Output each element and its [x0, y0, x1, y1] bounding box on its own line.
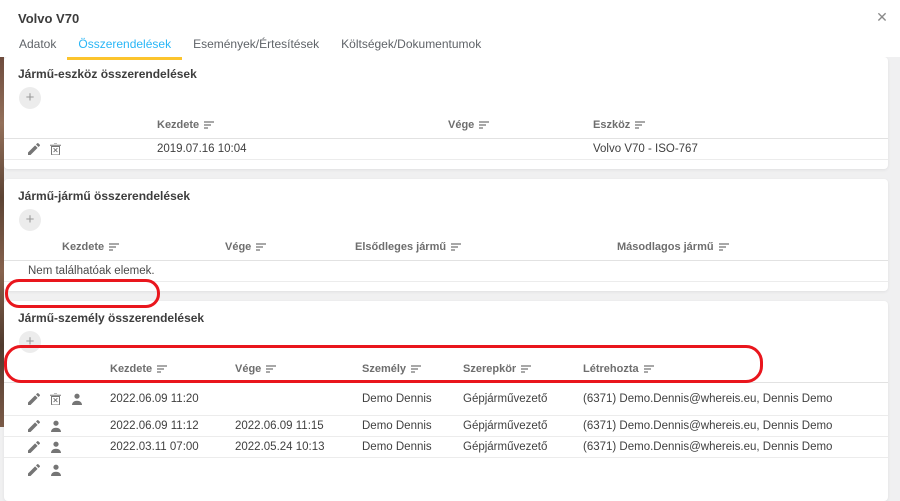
- column-header-kezdete[interactable]: Kezdete: [157, 112, 448, 139]
- table-row-highlighted: 2022.06.09 11:20 Demo Dennis Gépjárművez…: [4, 383, 888, 416]
- table-row: 2019.07.16 10:04 Volvo V70 - ISO-767: [4, 139, 888, 160]
- add-assignment-button[interactable]: +: [19, 331, 41, 353]
- cell-szemely: Demo Dennis: [362, 437, 463, 458]
- section-title: Jármű-jármű összerendelések: [4, 179, 888, 208]
- section-vehicle-device-assignments: Jármű-eszköz összerendelések + Kezdete V…: [4, 57, 888, 169]
- cell-vege: [448, 139, 593, 160]
- column-header-szerepkor[interactable]: Szerepkör: [463, 356, 583, 383]
- cell-vege: 2022.06.09 11:15: [235, 416, 362, 437]
- person-icon[interactable]: [50, 464, 62, 476]
- sort-icon[interactable]: [644, 364, 655, 376]
- cell-eszkoz: Volvo V70 - ISO-767: [593, 139, 888, 160]
- table-row: 2022.06.09 11:12 2022.06.09 11:15 Demo D…: [4, 416, 888, 437]
- column-header-letrehozta[interactable]: Létrehozta: [583, 356, 888, 383]
- column-header-vege[interactable]: Vége: [225, 234, 355, 261]
- vehicle-vehicle-table: Kezdete Vége Elsődleges jármű Másodlagos…: [4, 234, 888, 282]
- column-header-masodlagos-jarmu[interactable]: Másodlagos jármű: [617, 234, 888, 261]
- section-vehicle-vehicle-assignments: Jármű-jármű összerendelések + Kezdete Vé…: [4, 179, 888, 291]
- column-header-kezdete[interactable]: Kezdete: [62, 234, 225, 261]
- sort-icon[interactable]: [411, 364, 422, 376]
- add-assignment-button[interactable]: +: [19, 87, 41, 109]
- add-assignment-button[interactable]: +: [19, 209, 41, 231]
- dialog-header: Volvo V70 ✕ Adatok Összerendelések Esemé…: [0, 0, 900, 57]
- table-row: 2022.03.11 07:00 2022.05.24 10:13 Demo D…: [4, 437, 888, 458]
- tab-content: Jármű-eszköz összerendelések + Kezdete V…: [0, 57, 900, 501]
- cell-letrehozta: (6371) Demo.Dennis@whereis.eu, Dennis De…: [583, 383, 888, 416]
- sort-icon[interactable]: [204, 120, 215, 132]
- edit-icon[interactable]: [28, 464, 40, 476]
- edit-icon[interactable]: [28, 393, 40, 405]
- sort-icon[interactable]: [521, 364, 532, 376]
- cell-szerepkor: Gépjárművezető: [463, 416, 583, 437]
- cell-letrehozta: (6371) Demo.Dennis@whereis.eu, Dennis De…: [583, 437, 888, 458]
- tab-koltsegek-dokumentumok[interactable]: Költségek/Dokumentumok: [330, 32, 492, 60]
- sort-icon[interactable]: [479, 120, 490, 132]
- section-title: Jármű-személy összerendelések: [4, 301, 888, 330]
- column-header-szemely[interactable]: Személy: [362, 356, 463, 383]
- cell-kezdete: 2022.03.11 07:00: [110, 437, 235, 458]
- edit-icon[interactable]: [28, 143, 40, 155]
- person-icon[interactable]: [71, 393, 83, 405]
- vehicle-person-table: Kezdete Vége Személy Szerepkör Létrehozt…: [4, 356, 888, 480]
- edit-icon[interactable]: [28, 441, 40, 453]
- cell-letrehozta: (6371) Demo.Dennis@whereis.eu, Dennis De…: [583, 416, 888, 437]
- sort-icon[interactable]: [256, 242, 267, 254]
- column-header-eszkoz[interactable]: Eszköz: [593, 112, 888, 139]
- delete-icon[interactable]: [50, 143, 61, 155]
- cell-szemely: Demo Dennis: [362, 383, 463, 416]
- cell-kezdete: 2022.06.09 11:20: [110, 383, 235, 416]
- sort-icon[interactable]: [719, 242, 730, 254]
- cell-szemely: Demo Dennis: [362, 416, 463, 437]
- tab-adatok[interactable]: Adatok: [8, 32, 67, 60]
- table-row-partially-visible: [4, 458, 888, 481]
- cell-szerepkor: Gépjárművezető: [463, 437, 583, 458]
- sort-icon[interactable]: [635, 120, 646, 132]
- assignment-dialog: { "window": { "title": "Volvo V70", "clo…: [0, 0, 900, 427]
- tab-bar: Adatok Összerendelések Események/Értesít…: [8, 32, 900, 60]
- sort-icon[interactable]: [157, 364, 168, 376]
- tab-esemenyek-ertesitesek[interactable]: Események/Értesítések: [182, 32, 330, 60]
- person-icon[interactable]: [50, 420, 62, 432]
- person-icon[interactable]: [50, 441, 62, 453]
- tab-osszerendelesek[interactable]: Összerendelések: [67, 32, 182, 60]
- section-title: Jármű-eszköz összerendelések: [4, 57, 888, 86]
- cell-vege: [235, 383, 362, 416]
- cell-kezdete: 2022.06.09 11:12: [110, 416, 235, 437]
- actions-column-header: [4, 356, 110, 383]
- background-image-edge: [0, 57, 4, 427]
- close-icon[interactable]: ✕: [872, 7, 892, 27]
- column-header-vege[interactable]: Vége: [235, 356, 362, 383]
- section-vehicle-person-assignments: Jármű-személy összerendelések + Kezdete …: [4, 301, 888, 501]
- column-header-kezdete[interactable]: Kezdete: [110, 356, 235, 383]
- column-header-elsodleges-jarmu[interactable]: Elsődleges jármű: [355, 234, 617, 261]
- delete-icon[interactable]: [50, 393, 61, 405]
- edit-icon[interactable]: [28, 420, 40, 432]
- empty-table-message-row: Nem találhatóak elemek.: [4, 261, 888, 282]
- cell-szerepkor: Gépjárművezető: [463, 383, 583, 416]
- actions-column-header: [4, 234, 62, 261]
- sort-icon[interactable]: [451, 242, 462, 254]
- cell-vege: 2022.05.24 10:13: [235, 437, 362, 458]
- cell-kezdete: 2019.07.16 10:04: [157, 139, 448, 160]
- sort-icon[interactable]: [109, 242, 120, 254]
- actions-column-header: [4, 112, 157, 139]
- dialog-title: Volvo V70: [0, 0, 900, 26]
- empty-message: Nem találhatóak elemek.: [4, 261, 888, 282]
- vehicle-device-table: Kezdete Vége Eszköz 2019.07.16 10:04 Vol…: [4, 112, 888, 160]
- sort-icon[interactable]: [266, 364, 277, 376]
- column-header-vege[interactable]: Vége: [448, 112, 593, 139]
